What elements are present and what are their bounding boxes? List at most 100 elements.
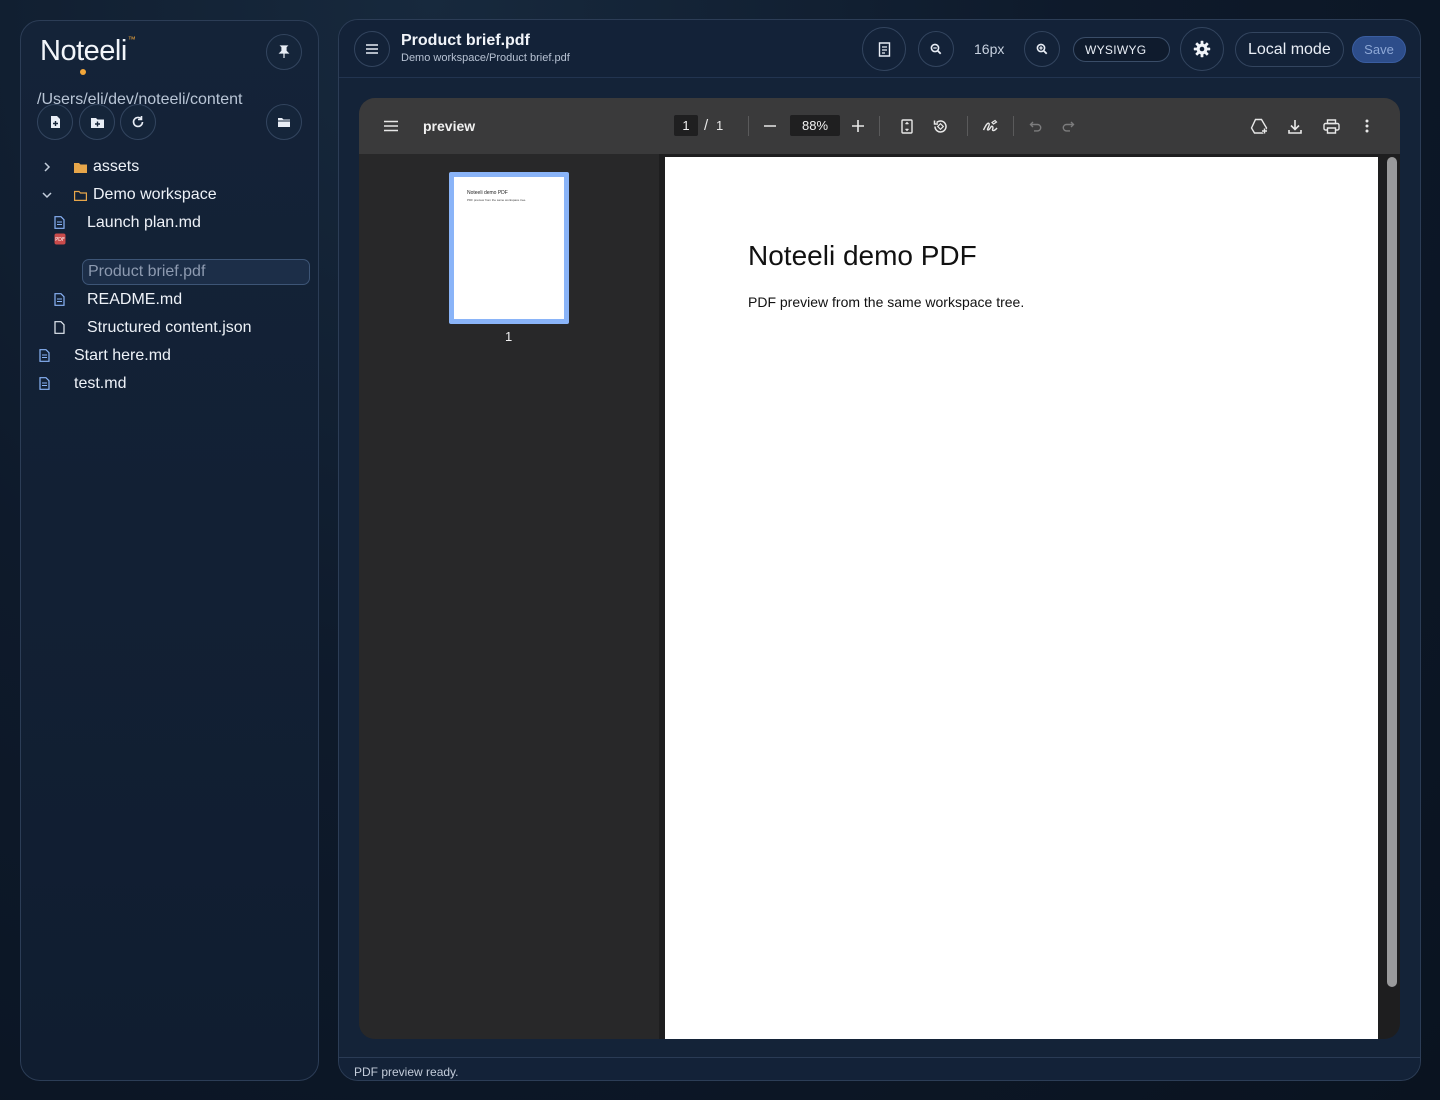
tree-item-structured-content[interactable]: Structured content.json (54, 315, 309, 341)
fit-page-icon (901, 118, 913, 134)
settings-button[interactable] (1180, 27, 1224, 71)
toggle-sidebar-button[interactable] (354, 31, 390, 67)
page-number-input[interactable]: 1 (674, 115, 698, 136)
new-folder-icon (90, 117, 104, 128)
folder-icon (74, 160, 87, 178)
tree-item-label: README.md (87, 291, 183, 308)
page-separator: / (704, 117, 709, 134)
tree-item-launch-plan[interactable]: Launch plan.md (54, 210, 309, 236)
toolbar-divider (748, 116, 749, 136)
json-file-icon (54, 321, 65, 339)
local-mode-button[interactable]: Local mode (1235, 32, 1344, 67)
tree-item-demo-workspace[interactable]: Demo workspace (41, 182, 311, 208)
svg-text:PDF: PDF (55, 237, 65, 243)
annotate-button[interactable] (980, 116, 1000, 136)
folder-open-icon (74, 188, 87, 206)
print-button[interactable] (1321, 116, 1341, 136)
pdf-title: preview (423, 118, 476, 134)
editor-mode-select[interactable]: WYSIWYG (1073, 37, 1170, 62)
rotate-button[interactable] (930, 116, 950, 136)
logo-trademark: ™ (127, 35, 136, 44)
tree-item-label: Product brief.pdf (88, 263, 206, 280)
font-size-readout: 16px (974, 41, 1005, 57)
download-button[interactable] (1285, 116, 1305, 136)
more-options-button[interactable] (1357, 116, 1377, 136)
zoom-level-input[interactable]: 88% (790, 115, 840, 136)
toolbar-divider (967, 116, 968, 136)
fit-page-button[interactable] (897, 116, 917, 136)
tree-item-assets[interactable]: assets (41, 154, 311, 180)
new-file-button[interactable] (37, 104, 73, 140)
zoom-in-button[interactable] (1024, 31, 1060, 67)
zoom-out-icon (930, 43, 942, 55)
undo-icon (1029, 121, 1042, 132)
thumbnail-sidebar: Noteeli demo PDF PDF preview from the sa… (359, 154, 659, 1039)
menu-icon (384, 120, 398, 132)
markdown-file-icon (54, 293, 65, 311)
page-total: 1 (716, 118, 724, 133)
pdf-viewer: preview 1 / 1 88% Noteeli demo PDF PDF p… (359, 98, 1400, 1039)
open-folder-button[interactable] (266, 104, 302, 140)
status-bar: PDF preview ready. (339, 1057, 1420, 1080)
pdf-zoom-out-button[interactable] (760, 116, 780, 136)
more-vertical-icon (1365, 119, 1369, 133)
outline-button[interactable] (862, 27, 906, 71)
thumbnail-heading: Noteeli demo PDF (467, 190, 508, 196)
pin-icon (278, 45, 290, 58)
chevron-down-icon[interactable] (41, 189, 53, 201)
tree-item-start-here[interactable]: Start here.md (39, 343, 309, 369)
thumbnail-page-number: 1 (505, 329, 513, 344)
tree-item-selected-highlight[interactable]: Product brief.pdf (82, 259, 310, 285)
refresh-button[interactable] (120, 104, 156, 140)
pdf-menu-button[interactable] (381, 116, 401, 136)
status-message: PDF preview ready. (354, 1065, 459, 1079)
gear-icon (1193, 40, 1211, 58)
signature-icon (982, 119, 998, 131)
app-logo: Noteeli™ (40, 35, 136, 68)
sidebar: Noteeli™ /Users/eli/dev/noteeli/content … (20, 20, 319, 1081)
pdf-toolbar: preview 1 / 1 88% (359, 98, 1400, 154)
tree-item-label: Start here.md (74, 347, 171, 364)
tree-item-label: test.md (74, 375, 127, 392)
save-to-drive-button[interactable] (1249, 116, 1269, 136)
tree-item-label: Demo workspace (93, 186, 217, 203)
tree-item-readme[interactable]: README.md (54, 287, 309, 313)
print-icon (1322, 118, 1340, 134)
page-thumbnail[interactable]: Noteeli demo PDF PDF preview from the sa… (449, 172, 569, 324)
rotate-icon (933, 119, 947, 133)
open-folder-icon (278, 118, 290, 127)
pdf-zoom-in-button[interactable] (848, 116, 868, 136)
main-panel: Product brief.pdf Demo workspace/Product… (338, 19, 1421, 1081)
new-folder-button[interactable] (79, 104, 115, 140)
pdf-heading: Noteeli demo PDF (748, 240, 977, 271)
thumbnail-body: PDF preview from the same workspace tree… (467, 198, 527, 202)
download-icon (1288, 119, 1302, 134)
zoom-in-icon (1036, 43, 1048, 55)
menu-icon (366, 44, 378, 54)
logo-accent-dot (80, 69, 86, 75)
toolbar-divider (1013, 116, 1014, 136)
new-file-icon (50, 116, 60, 128)
undo-button[interactable] (1026, 116, 1046, 136)
vertical-scrollbar[interactable] (1387, 157, 1397, 987)
toolbar-divider (879, 116, 880, 136)
pdf-file-icon: PDF (54, 232, 66, 250)
tree-item-label: Structured content.json (87, 319, 252, 336)
drive-add-icon (1250, 118, 1267, 134)
pin-sidebar-button[interactable] (266, 34, 302, 70)
redo-button[interactable] (1058, 116, 1078, 136)
redo-icon (1062, 121, 1075, 132)
plus-icon (852, 120, 864, 132)
pdf-page-area: Noteeli demo PDF PDF preview from the sa… (665, 154, 1400, 1039)
markdown-file-icon (39, 349, 50, 367)
chevron-right-icon[interactable] (41, 161, 53, 173)
markdown-file-icon (39, 377, 50, 395)
zoom-out-button[interactable] (918, 31, 954, 67)
document-title: Product brief.pdf (401, 32, 530, 49)
save-button[interactable]: Save (1352, 36, 1406, 63)
tree-item-test[interactable]: test.md (39, 371, 309, 397)
refresh-icon (132, 116, 144, 128)
thumbnail-page: Noteeli demo PDF PDF preview from the sa… (454, 177, 564, 319)
minus-icon (764, 125, 776, 127)
tree-item-label: Launch plan.md (87, 214, 201, 231)
